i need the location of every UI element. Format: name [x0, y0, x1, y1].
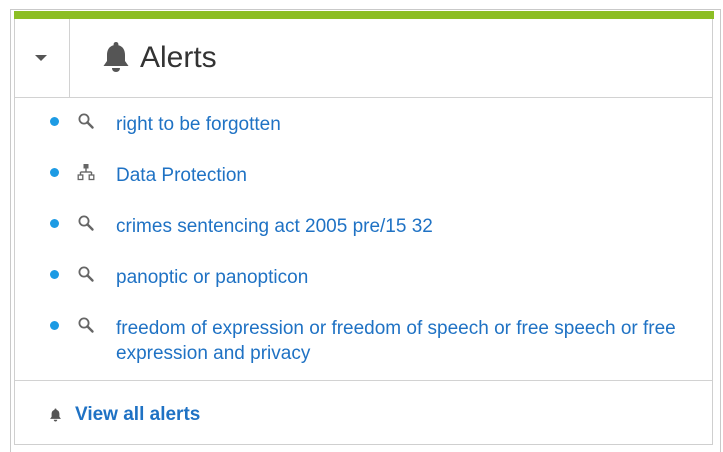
search-icon — [78, 266, 94, 282]
alert-link[interactable]: crimes sentencing act 2005 pre/15 32 — [116, 214, 676, 239]
alert-item: Data Protection — [15, 149, 712, 200]
search-icon — [78, 113, 94, 129]
alert-link[interactable]: right to be forgotten — [116, 112, 676, 137]
bell-icon — [50, 408, 61, 422]
alert-link[interactable]: Data Protection — [116, 163, 676, 188]
search-icon — [78, 215, 94, 231]
widget-title: Alerts — [140, 41, 217, 74]
bullet-dot — [50, 321, 59, 330]
widget-footer: View all alerts — [15, 380, 712, 446]
bell-icon — [103, 42, 129, 72]
bullet-dot — [50, 117, 59, 126]
widget-header: Alerts — [15, 19, 712, 98]
search-icon — [78, 317, 94, 333]
collapse-toggle-button[interactable] — [15, 19, 70, 97]
alert-link[interactable]: freedom of expression or freedom of spee… — [116, 316, 676, 366]
alerts-widget: Alerts right to be forgotten Data Protec… — [14, 11, 714, 446]
alert-item: right to be forgotten — [15, 98, 712, 149]
alert-list: right to be forgotten Data Protection cr… — [15, 98, 712, 384]
bullet-dot — [50, 168, 59, 177]
alert-item: panoptic or panopticon — [15, 251, 712, 302]
alert-link[interactable]: panoptic or panopticon — [116, 265, 676, 290]
caret-down-icon — [35, 55, 47, 61]
alert-item: crimes sentencing act 2005 pre/15 32 — [15, 200, 712, 251]
alert-item: freedom of expression or freedom of spee… — [15, 302, 712, 384]
view-all-alerts-link[interactable]: View all alerts — [75, 403, 200, 427]
accent-bar — [14, 11, 714, 19]
bullet-dot — [50, 270, 59, 279]
sitemap-icon — [77, 164, 95, 181]
bullet-dot — [50, 219, 59, 228]
